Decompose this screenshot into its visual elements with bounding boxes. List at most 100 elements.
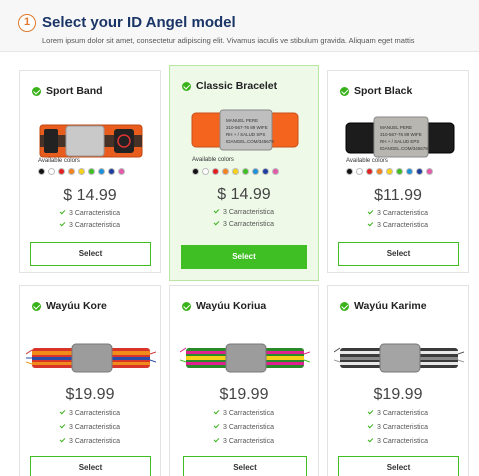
select-button[interactable]: Select — [338, 456, 459, 476]
feature-item: 3 Carracteristica — [328, 422, 468, 431]
plate-line: RH + / SALUD SPS — [226, 132, 265, 137]
color-swatch-orange[interactable] — [376, 168, 383, 175]
check-circle-icon — [340, 301, 349, 311]
color-swatch-black[interactable] — [192, 168, 199, 175]
product-card-sport-band: Sport Band Available colors $ 14.99 3 Ca… — [19, 70, 161, 273]
check-icon — [59, 436, 66, 443]
check-icon — [213, 408, 220, 415]
color-swatch-light-blue[interactable] — [252, 168, 259, 175]
select-button[interactable]: Select — [30, 242, 151, 266]
feature-item: 3 Carracteristica — [328, 408, 468, 417]
product-card-classic-bracelet: Classic Bracelet MANUEL PERE 310-567-76 … — [169, 65, 319, 281]
check-icon — [213, 207, 220, 214]
color-swatch-pink[interactable] — [118, 168, 125, 175]
check-icon — [59, 220, 66, 227]
feature-item: 3 Carracteristica — [328, 208, 468, 217]
select-button[interactable]: Select — [181, 245, 307, 269]
color-swatch-red[interactable] — [366, 168, 373, 175]
plate-line: MANUEL PERE — [380, 125, 412, 130]
plate-line: RH + / SALUD EPS — [380, 139, 419, 144]
product-card-wayuu-karime: Wayúu Karime $19.99 3 Carracteristica 3 … — [327, 285, 469, 476]
feature-item: 3 Carracteristica — [20, 208, 160, 217]
color-swatch-red[interactable] — [212, 168, 219, 175]
check-circle-icon — [340, 86, 349, 96]
product-price: $19.99 — [65, 386, 115, 403]
check-icon — [59, 408, 66, 415]
color-swatch-blue[interactable] — [262, 168, 269, 175]
check-icon — [367, 220, 374, 227]
check-circle-icon — [32, 301, 41, 311]
sport-band-image — [39, 124, 143, 158]
product-card-wayuu-koriua: Wayúu Koriua $19.99 3 Carracteristica 3 … — [169, 285, 319, 476]
select-button[interactable]: Select — [30, 456, 151, 476]
color-swatch-orange[interactable] — [68, 168, 75, 175]
page-header: 1 Select your ID Angel model Lorem ipsum… — [0, 0, 479, 52]
color-swatches — [192, 168, 279, 175]
color-swatch-light-blue[interactable] — [406, 168, 413, 175]
product-price: $19.99 — [373, 386, 423, 403]
card-title: Wayúu Karime — [340, 300, 427, 312]
product-name: Sport Black — [354, 85, 413, 97]
wayuu-koriua-image — [180, 343, 310, 373]
check-icon — [213, 219, 220, 226]
wayuu-karime-image — [334, 343, 464, 373]
sport-black-image: MANUEL PERE 310-567-76 89 WIFE RH + / SA… — [345, 116, 455, 158]
check-icon — [213, 436, 220, 443]
wayuu-kore-image — [26, 343, 156, 373]
feature-item: 3 Carracteristica — [328, 220, 468, 229]
color-swatch-black[interactable] — [38, 168, 45, 175]
product-price: $19.99 — [219, 386, 269, 403]
color-swatch-light-blue[interactable] — [98, 168, 105, 175]
plate-line: 310-567-76 89 WIFE — [226, 125, 268, 130]
color-swatch-white[interactable] — [202, 168, 209, 175]
page-subtitle: Lorem ipsum dolor sit amet, consectetur … — [42, 36, 415, 45]
feature-item: 3 Carracteristica — [328, 436, 468, 445]
color-swatches — [346, 168, 433, 175]
color-swatch-yellow[interactable] — [386, 168, 393, 175]
color-swatch-black[interactable] — [346, 168, 353, 175]
color-swatch-orange[interactable] — [222, 168, 229, 175]
color-swatch-blue[interactable] — [108, 168, 115, 175]
step-number-badge: 1 — [18, 14, 36, 32]
check-icon — [59, 422, 66, 429]
plate-line: IDANGEL.COM/345678 — [226, 139, 274, 144]
select-button[interactable]: Select — [338, 242, 459, 266]
product-name: Wayúu Koriua — [196, 300, 267, 312]
color-swatch-yellow[interactable] — [78, 168, 85, 175]
product-price: $ 14.99 — [63, 187, 117, 204]
product-price: $11.99 — [374, 187, 422, 204]
plate-line: 310-567-76 89 WIFE — [380, 132, 422, 137]
page-title: Select your ID Angel model — [42, 14, 236, 31]
available-colors-label: Available colors — [38, 158, 80, 164]
color-swatch-white[interactable] — [48, 168, 55, 175]
feature-item: 3 Carracteristica — [20, 422, 160, 431]
card-title: Classic Bracelet — [182, 80, 277, 92]
card-title: Wayúu Kore — [32, 300, 107, 312]
product-name: Wayúu Kore — [46, 300, 107, 312]
plate-line: IDANGEL.COM/345678 — [380, 146, 428, 151]
check-icon — [367, 422, 374, 429]
check-icon — [59, 208, 66, 215]
check-icon — [367, 436, 374, 443]
product-name: Wayúu Karime — [354, 300, 427, 312]
product-card-sport-black: Sport Black MANUEL PERE 310-567-76 89 WI… — [327, 70, 469, 273]
feature-item: 3 Carracteristica — [20, 220, 160, 229]
color-swatch-green[interactable] — [242, 168, 249, 175]
color-swatch-green[interactable] — [396, 168, 403, 175]
color-swatch-yellow[interactable] — [232, 168, 239, 175]
color-swatch-pink[interactable] — [272, 168, 279, 175]
color-swatch-red[interactable] — [58, 168, 65, 175]
feature-item: 3 Carracteristica — [170, 422, 318, 431]
feature-item: 3 Carracteristica — [20, 436, 160, 445]
color-swatch-white[interactable] — [356, 168, 363, 175]
card-title: Sport Black — [340, 85, 412, 97]
product-name: Sport Band — [46, 85, 103, 97]
select-button[interactable]: Select — [183, 456, 307, 476]
card-title: Sport Band — [32, 85, 103, 97]
product-name: Classic Bracelet — [196, 80, 278, 92]
color-swatch-pink[interactable] — [426, 168, 433, 175]
feature-item: 3 Carracteristica — [170, 219, 318, 228]
feature-item: 3 Carracteristica — [20, 408, 160, 417]
color-swatch-blue[interactable] — [416, 168, 423, 175]
color-swatch-green[interactable] — [88, 168, 95, 175]
